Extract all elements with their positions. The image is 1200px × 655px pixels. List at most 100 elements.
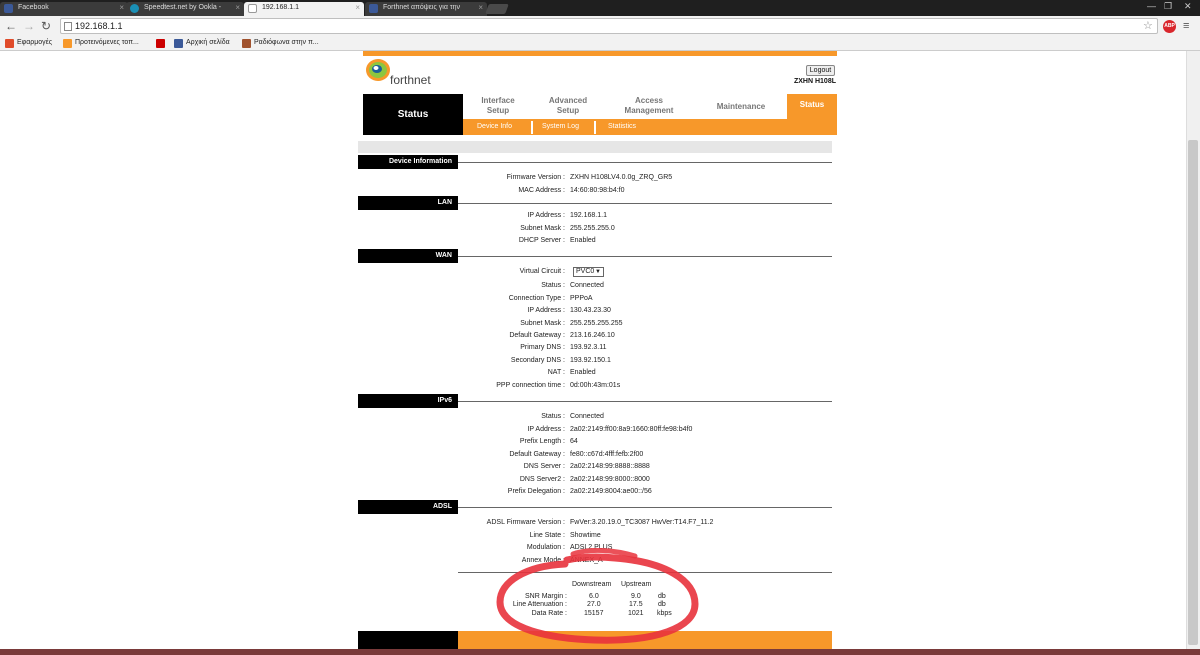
bookmark-radio[interactable]: Ραδιόφωνα στην π...	[242, 39, 319, 48]
adblock-icon[interactable]: ABP	[1163, 20, 1176, 33]
nav-maintenance[interactable]: Maintenance	[699, 96, 783, 112]
virtual-circuit-label: Virtual Circuit :	[519, 268, 565, 275]
minimize-icon[interactable]: —	[1147, 1, 1156, 11]
connection-type-value: PPPoA	[570, 295, 593, 302]
taskbar-edge	[0, 649, 1200, 655]
dhcp-server-value: Enabled	[570, 237, 596, 244]
wan-ip-label: IP Address :	[527, 307, 565, 314]
sub-nav: Device Info System Log Statistics	[463, 119, 837, 135]
nav-access-management[interactable]: Access Management	[611, 96, 687, 116]
radio-icon	[242, 39, 251, 48]
logout-button[interactable]: Logout	[806, 65, 835, 76]
ppp-time-label: PPP connection time :	[496, 382, 565, 389]
tab-router[interactable]: 192.168.1.1 ×	[244, 2, 364, 16]
bookmark-star-icon[interactable]: ☆	[1143, 19, 1153, 32]
dns-server-label: DNS Server :	[523, 463, 565, 470]
dropdown-arrow-icon: ▼	[595, 269, 601, 275]
header-strip	[363, 51, 837, 56]
nav-interface-setup[interactable]: Interface Setup	[463, 96, 533, 116]
subnav-system-log[interactable]: System Log	[542, 123, 579, 130]
page-icon	[248, 4, 257, 13]
facebook-icon	[4, 4, 13, 13]
main-nav: Interface Setup Advanced Setup Access Ma…	[463, 94, 837, 119]
forward-icon[interactable]: →	[23, 19, 35, 33]
nav-status[interactable]: Status	[787, 94, 837, 119]
lan-subnet-label: Subnet Mask :	[520, 225, 565, 232]
adsl-firmware-value: FwVer:3.20.19.0_TC3087 HwVer:T14.F7_11.2	[570, 519, 714, 526]
prefix-length-value: 64	[570, 438, 578, 445]
forthnet-logo-icon	[366, 59, 390, 81]
tab-facebook[interactable]: Facebook ×	[0, 2, 128, 16]
ipv6-ip-value: 2a02:2149:ff00:8a9:1660:80ff:fe98:b4f0	[570, 426, 693, 433]
browser-toolbar: ← → ↻ 192.168.1.1	[0, 16, 1200, 37]
section-wan: WAN	[358, 249, 458, 263]
primary-dns-label: Primary DNS :	[520, 344, 565, 351]
scrollbar-thumb[interactable]	[1188, 140, 1198, 645]
line-state-value: Showtime	[570, 532, 601, 539]
restore-icon[interactable]: ❐	[1164, 1, 1172, 12]
content-top-bar	[358, 141, 832, 153]
section-device-info: Device Information	[358, 155, 458, 169]
wan-subnet-label: Subnet Mask :	[520, 320, 565, 327]
mac-address-label: MAC Address :	[518, 187, 565, 194]
section-lan: LAN	[358, 196, 458, 210]
firmware-version-value: ZXHN H108LV4.0.0g_ZRQ_GR5	[570, 174, 673, 181]
tab-forthnet-opinions[interactable]: Forthnet απόψεις για την ×	[365, 2, 487, 16]
subnav-statistics[interactable]: Statistics	[608, 123, 636, 130]
section-divider	[458, 203, 832, 204]
prefix-delegation-value: 2a02:2149:8004:ae00::/56	[570, 488, 652, 495]
dhcp-server-label: DHCP Server :	[518, 237, 565, 244]
speedtest-icon	[130, 4, 139, 13]
section-divider	[458, 162, 832, 163]
bookmark-facebook-home[interactable]: Αρχική σελίδα	[174, 39, 230, 48]
wan-status-label: Status :	[541, 282, 565, 289]
close-icon[interactable]: ×	[235, 3, 240, 12]
page-icon	[64, 22, 72, 31]
reload-icon[interactable]: ↻	[41, 19, 51, 33]
secondary-dns-value: 193.92.150.1	[570, 357, 611, 364]
annotation-circle	[496, 548, 699, 644]
adsl-firmware-label: ADSL Firmware Version :	[486, 519, 565, 526]
close-window-icon[interactable]: ✕	[1184, 1, 1192, 12]
connection-type-label: Connection Type :	[508, 295, 565, 302]
new-tab-button[interactable]	[485, 4, 509, 14]
wan-subnet-value: 255.255.255.255	[570, 320, 623, 327]
ipv6-ip-label: IP Address :	[527, 426, 565, 433]
section-divider	[458, 401, 832, 402]
default-gateway-value: 213.16.246.10	[570, 332, 615, 339]
close-icon[interactable]: ×	[119, 3, 124, 12]
back-icon[interactable]: ←	[5, 19, 17, 33]
secondary-dns-label: Secondary DNS :	[510, 357, 565, 364]
ppp-time-value: 0d:00h:43m:01s	[570, 382, 621, 389]
subnav-device-info[interactable]: Device Info	[477, 123, 512, 130]
browser-tabstrip: Facebook × Speedtest.net by Ookla - × 19…	[0, 0, 1200, 16]
primary-dns-value: 193.92.3.11	[570, 344, 607, 351]
tab-speedtest[interactable]: Speedtest.net by Ookla - ×	[126, 2, 244, 16]
close-icon[interactable]: ×	[355, 3, 360, 12]
ipv6-gateway-label: Default Gateway :	[509, 451, 565, 458]
footer-left	[358, 631, 458, 649]
ipv6-gateway-value: fe80::c67d:4fff:fefb:2f00	[570, 451, 644, 458]
nav-advanced-setup[interactable]: Advanced Setup	[533, 96, 603, 116]
suggested-sites-icon	[63, 39, 72, 48]
dns-server2-label: DNS Server2 :	[519, 476, 565, 483]
dns-server2-value: 2a02:2148:99:8000::8000	[570, 476, 650, 483]
ipv6-status-label: Status :	[541, 413, 565, 420]
wan-ip-value: 130.43.23.30	[570, 307, 611, 314]
prefix-delegation-label: Prefix Delegation :	[507, 488, 565, 495]
forum-icon	[369, 4, 378, 13]
bookmark-apps[interactable]: Εφαρμογές	[5, 39, 52, 48]
lan-ip-label: IP Address :	[527, 212, 565, 219]
bookmarks-bar: Εφαρμογές Προτεινόμενες τοπ... Αρχική σε…	[0, 37, 1200, 51]
address-bar[interactable]: 192.168.1.1	[60, 18, 1158, 34]
virtual-circuit-select[interactable]: PVC0 ▼	[573, 267, 604, 277]
wan-status-value: Connected	[570, 282, 604, 289]
firmware-version-label: Firmware Version :	[506, 174, 565, 181]
close-icon[interactable]: ×	[478, 3, 483, 12]
default-gateway-label: Default Gateway :	[509, 332, 565, 339]
youtube-icon	[156, 39, 165, 48]
section-adsl: ADSL	[358, 500, 458, 514]
section-divider	[458, 507, 832, 508]
bookmark-suggested[interactable]: Προτεινόμενες τοπ...	[63, 39, 139, 48]
menu-icon[interactable]: ≡	[1183, 20, 1189, 32]
